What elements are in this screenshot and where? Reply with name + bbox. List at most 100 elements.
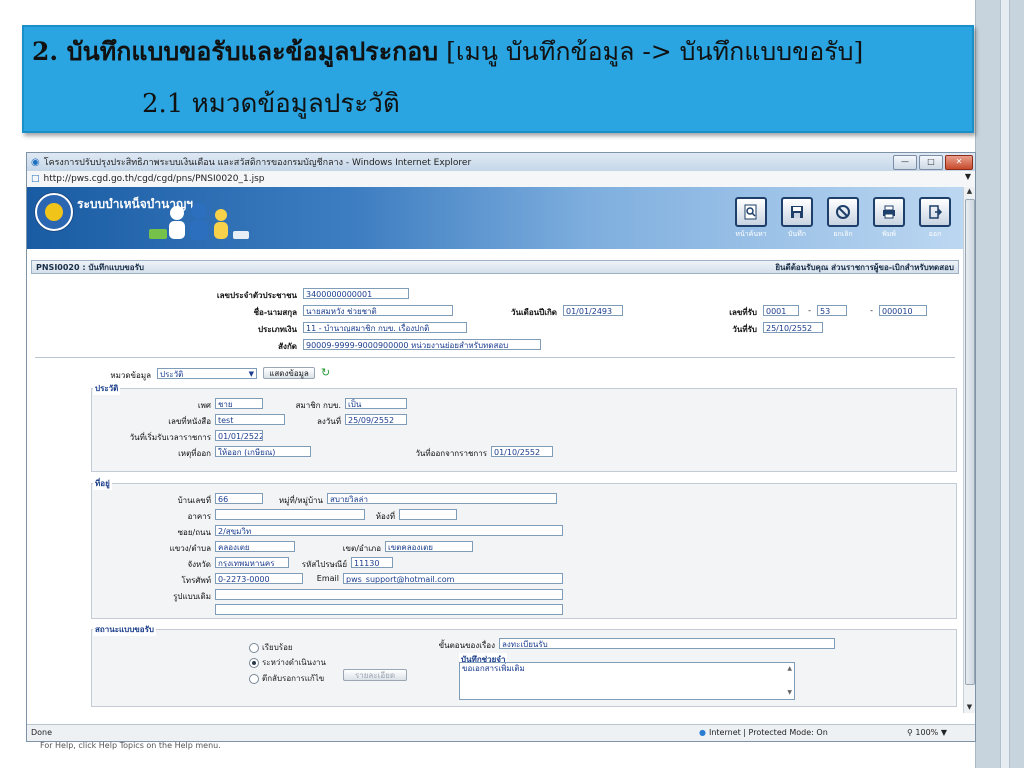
birth-label: วันเดือนปีเกิด [510, 308, 557, 317]
maximize-icon[interactable]: □ [919, 155, 943, 170]
close-icon[interactable]: ✕ [945, 155, 973, 170]
leave-date-field[interactable]: 01/10/2552 [491, 446, 553, 457]
slide-side-rail-inner [1000, 0, 1010, 768]
receive-no-label: เลขที่รับ [729, 308, 757, 317]
category-label: หมวดข้อมูล [110, 371, 151, 380]
receive-no-field-3[interactable]: 000010 [879, 305, 927, 316]
province-label: จังหวัด [187, 560, 211, 569]
start-date-label: วันที่เริ่มรับเวลาราชการ [129, 433, 211, 442]
status-option-complete[interactable]: เรียบร้อย [249, 641, 293, 654]
browser-window: ◉ โครงการปรับปรุงประสิทธิภาพระบบเงินเดือ… [26, 152, 976, 742]
room-label: ห้องที่ [375, 512, 395, 521]
room-field[interactable] [399, 509, 457, 520]
radio-selected-icon [249, 657, 259, 668]
cancel-label: ยกเลิก [833, 230, 853, 238]
id-field[interactable]: 3400000000001 [303, 288, 409, 299]
building-field[interactable] [215, 509, 365, 520]
zip-field[interactable]: 11130 [351, 557, 393, 568]
legacy-field-1[interactable] [215, 589, 563, 600]
subdistrict-label: แขวง/ตำบล [169, 544, 211, 553]
welcome-text: ยินดีต้อนรับคุณ ส่วนราชการผู้ขอ-เบิกสำหร… [775, 262, 954, 272]
district-field[interactable]: เขตคลองเตย [385, 541, 473, 552]
slide-side-rail [975, 0, 1024, 768]
province-field[interactable]: กรุงเทพมหานคร [215, 557, 289, 568]
type-label: ประเภทเงิน [257, 325, 297, 334]
status-option-in-progress-label: ระหว่างดำเนินงาน [262, 658, 326, 667]
gpf-field[interactable]: เป็น [345, 398, 407, 409]
show-data-button[interactable]: แสดงข้อมูล [263, 367, 315, 379]
zoom-value: 100% [915, 728, 939, 737]
step-field[interactable]: ลงทะเบียนรับ [499, 638, 835, 649]
phone-field[interactable]: 0-2273-0000 [215, 573, 303, 584]
address-dropdown-icon[interactable]: ▼ [965, 172, 971, 181]
house-field[interactable]: 66 [215, 493, 263, 504]
save-button[interactable]: บันทึก [777, 197, 817, 240]
memo-scroll-down-icon[interactable]: ▼ [787, 687, 792, 699]
page-icon: □ [31, 174, 40, 184]
search-page-button[interactable]: หน้าค้นหา [731, 197, 771, 240]
vertical-scrollbar[interactable]: ▲ ▼ [963, 187, 975, 713]
status-zone-text: Internet | Protected Mode: On [708, 728, 828, 737]
phone-label: โทรศัพท์ [181, 576, 212, 585]
address-group-title: ที่อยู่ [93, 477, 112, 490]
reason-field[interactable]: ให้ออก (เกษียณ) [215, 446, 311, 457]
save-label: บันทึก [787, 230, 807, 238]
name-label: ชื่อ-นามสกุล [253, 308, 297, 317]
legacy-label: รูปแบบเดิม [173, 592, 211, 601]
save-icon [781, 197, 813, 227]
receive-no-field-1[interactable]: 0001 [763, 305, 799, 316]
address-bar[interactable]: □ http://pws.cgd.go.th/cgd/cgd/pns/PNSI0… [27, 171, 975, 188]
scroll-up-icon[interactable]: ▲ [964, 187, 975, 197]
exit-icon [919, 197, 951, 227]
sex-field[interactable]: ชาย [215, 398, 263, 409]
birth-field[interactable]: 01/01/2493 [563, 305, 623, 316]
doc-no-label: เลขที่หนังสือ [168, 417, 211, 426]
address-url[interactable]: http://pws.cgd.go.th/cgd/cgd/pns/PNSI002… [44, 174, 265, 184]
browser-titlebar: ◉ โครงการปรับปรุงประสิทธิภาพระบบเงินเดือ… [27, 153, 975, 171]
doc-date-field[interactable]: 25/09/2552 [345, 414, 407, 425]
zoom-control[interactable]: ⚲ 100% ▼ [907, 728, 947, 737]
slide-subtitle: 2.1 หมวดข้อมูลประวัติ [142, 89, 400, 119]
detail-button[interactable]: รายละเอียด [343, 669, 407, 681]
step-label: ขั้นตอนของเรื่อง [438, 641, 495, 650]
scroll-thumb[interactable] [965, 199, 975, 685]
print-label: พิมพ์ [882, 230, 896, 238]
form-code-title: PNSI0020 : บันทึกแบบขอรับ [36, 262, 144, 272]
form-header-bar: PNSI0020 : บันทึกแบบขอรับ ยินดีต้อนรับคุ… [31, 260, 959, 274]
receive-date-field[interactable]: 25/10/2552 [763, 322, 823, 333]
cancel-button[interactable]: ยกเลิก [823, 197, 863, 240]
start-date-field[interactable]: 01/01/2522 [215, 430, 263, 441]
affil-field[interactable]: 90009-9999-9000900000 หน่วยงานย่อยสำหรับ… [303, 339, 541, 350]
memo-textarea[interactable]: ขอเอกสารเพิ่มเติม ▲ ▼ [459, 662, 795, 700]
village-field[interactable]: สบายวิลล่า [327, 493, 557, 504]
status-option-in-progress[interactable]: ระหว่างดำเนินงาน [249, 656, 326, 669]
doc-no-field[interactable]: test [215, 414, 285, 425]
search-icon [735, 197, 767, 227]
memo-scroll-up-icon[interactable]: ▲ [787, 663, 792, 675]
type-field[interactable]: 11 - บำนาญสมาชิก กบข. เรื่องปกติ [303, 322, 467, 333]
scroll-down-icon[interactable]: ▼ [964, 703, 975, 713]
slide-title-box: 2. บันทึกแบบขอรับและข้อมูลประกอบ [เมนู บ… [22, 25, 974, 133]
subdistrict-field[interactable]: คลองเตย [215, 541, 295, 552]
history-group-title: ประวัติ [93, 382, 121, 395]
soi-field[interactable]: 2/สุขุมวิท [215, 525, 563, 536]
minimize-icon[interactable]: — [893, 155, 917, 170]
name-field[interactable]: นายสมหวัง ช่วยชาติ [303, 305, 453, 316]
status-group-title: สถานะแบบขอรับ [93, 623, 156, 636]
receive-no-field-2[interactable]: 53 [817, 305, 847, 316]
status-option-return-label: ตีกลับรอการแก้ไข [262, 674, 325, 683]
slide-title-bold: 2. บันทึกแบบขอรับและข้อมูลประกอบ [32, 37, 439, 66]
id-label: เลขประจำตัวประชาชน [216, 291, 297, 300]
radio-icon [249, 642, 259, 653]
exit-button[interactable]: ออก [915, 197, 955, 240]
print-button[interactable]: พิมพ์ [869, 197, 909, 240]
legacy-field-2[interactable] [215, 604, 563, 615]
status-option-return[interactable]: ตีกลับรอการแก้ไข [249, 672, 324, 685]
email-field[interactable]: pws_support@hotmail.com [343, 573, 563, 584]
category-select[interactable]: ประวัติ ▼ [157, 368, 257, 379]
app-toolbar: หน้าค้นหา บันทึก ยกเลิก พิมพ์ ออก [731, 197, 955, 240]
window-controls: — □ ✕ [893, 155, 973, 170]
slide-title-rest: [เมนู บันทึกข้อมูล -> บันทึกแบบขอรับ] [446, 37, 864, 66]
refresh-icon[interactable]: ↻ [321, 366, 330, 379]
ie-icon: ◉ [31, 156, 40, 168]
